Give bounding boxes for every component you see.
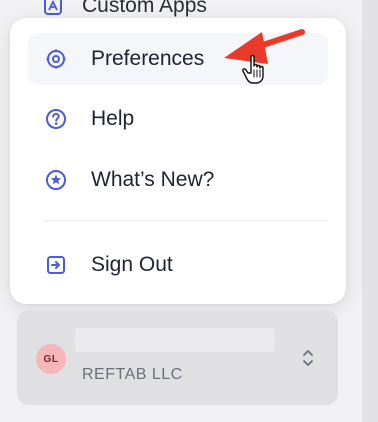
gear-icon	[44, 47, 68, 71]
sidebar-item-custom-apps[interactable]: Custom Apps	[40, 0, 207, 20]
menu-item-label: Sign Out	[91, 253, 173, 276]
help-circle-icon	[44, 107, 68, 131]
sidebar-item-label: Custom Apps	[82, 0, 207, 17]
org-title-placeholder	[75, 328, 275, 352]
menu-item-label: Preferences	[91, 47, 205, 70]
sign-out-icon	[44, 253, 68, 277]
menu-item-label: Help	[91, 107, 135, 130]
custom-apps-icon	[40, 0, 66, 19]
menu-item-help[interactable]: Help	[28, 93, 328, 145]
chevron-up-down-icon	[303, 350, 313, 366]
star-circle-icon	[44, 168, 68, 192]
menu-item-preferences[interactable]: Preferences	[28, 33, 328, 85]
org-name: REFTAB LLC	[82, 366, 183, 383]
org-switcher[interactable]: GL REFTAB LLC	[17, 310, 338, 405]
menu-item-label: What’s New?	[91, 168, 215, 191]
account-menu: Preferences Help What’s New? Sign Out	[10, 18, 346, 304]
menu-item-whats-new[interactable]: What’s New?	[28, 154, 328, 206]
avatar: GL	[36, 344, 66, 374]
menu-divider	[44, 220, 328, 221]
app-background-edge	[362, 0, 378, 422]
menu-item-sign-out[interactable]: Sign Out	[28, 239, 328, 291]
